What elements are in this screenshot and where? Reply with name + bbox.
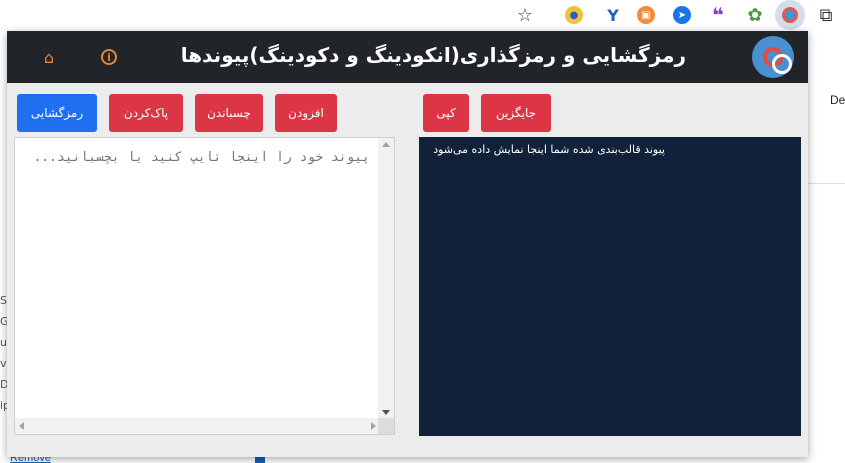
paste-button[interactable]: چسباندن: [195, 94, 263, 132]
clear-button[interactable]: پاک‌کردن: [109, 94, 183, 132]
home-icon[interactable]: ⌂: [38, 46, 60, 68]
background-page-text: De: [830, 93, 845, 107]
gear-extension-icon[interactable]: ✿: [744, 4, 766, 26]
extension-popup: ⌂ i رمزگشایی و رمزگذاری(انکودینگ و دکودی…: [7, 31, 808, 457]
decode-button[interactable]: رمزگشایی: [17, 94, 97, 132]
extension-2-icon[interactable]: Y: [602, 4, 624, 26]
popup-title: رمزگشایی و رمزگذاری(انکودینگ و دکودینگ)پ…: [180, 43, 686, 67]
popup-header: ⌂ i رمزگشایی و رمزگذاری(انکودینگ و دکودی…: [7, 31, 808, 83]
scroll-up-icon[interactable]: [382, 142, 390, 147]
scroll-down-icon[interactable]: [382, 410, 390, 415]
resize-corner[interactable]: [378, 418, 394, 434]
horizontal-scrollbar[interactable]: [15, 418, 380, 434]
scroll-right-icon[interactable]: [371, 422, 376, 430]
bookmark-star-icon[interactable]: ☆: [514, 4, 536, 26]
link-extension-icon[interactable]: [775, 0, 805, 30]
browser-toolbar: ☆ ● Y ▣ ➤ ❝ ✿ ⧉: [0, 0, 845, 30]
link-logo-icon: [752, 36, 794, 78]
copy-button[interactable]: کپی: [423, 94, 469, 132]
link-input[interactable]: [15, 138, 380, 419]
info-icon[interactable]: i: [101, 49, 117, 65]
vertical-scrollbar[interactable]: [378, 138, 394, 419]
scroll-left-icon[interactable]: [19, 422, 24, 430]
background-bar: [255, 456, 265, 463]
add-button[interactable]: افزودن: [275, 94, 337, 132]
quote-extension-icon[interactable]: ❝: [707, 3, 729, 27]
extension-1-icon[interactable]: ●: [565, 6, 583, 24]
replace-button[interactable]: جایگزین: [481, 94, 551, 132]
extension-3-icon[interactable]: ▣: [637, 6, 655, 24]
extension-4-icon[interactable]: ➤: [673, 6, 691, 24]
extensions-puzzle-icon[interactable]: ⧉: [815, 4, 837, 26]
link-input-container: [14, 137, 395, 435]
background-divider: [808, 183, 845, 184]
formatted-output: پیوند قالب‌بندی شده شما اینجا نمایش داده…: [419, 137, 801, 436]
